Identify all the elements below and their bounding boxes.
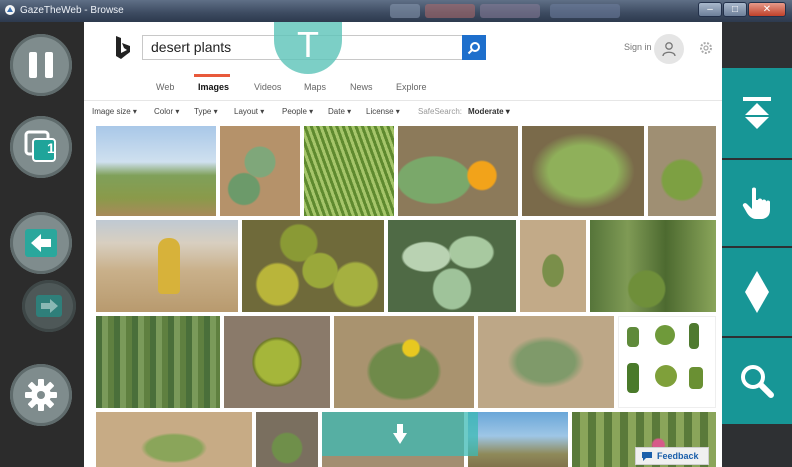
image-thumbnail[interactable] (96, 126, 216, 216)
feedback-button[interactable]: Feedback (635, 447, 709, 465)
click-button[interactable] (722, 160, 792, 246)
bing-logo (116, 36, 130, 59)
filter-label: Image size (92, 107, 131, 116)
plant-shape (655, 325, 675, 345)
filter-label: Date (328, 107, 345, 116)
image-thumbnail[interactable] (468, 412, 568, 467)
plant-shape (627, 363, 639, 393)
tab-explore[interactable]: Explore (396, 82, 427, 92)
gear-icon (25, 379, 57, 411)
speech-bubble-icon (642, 451, 652, 461)
text-input-key: T (297, 24, 319, 65)
diamond-icon (745, 271, 769, 313)
pause-button[interactable] (10, 34, 72, 96)
scroll-to-top-button[interactable] (722, 68, 792, 158)
taskbar-blur (550, 4, 620, 18)
taskbar-blur (390, 4, 420, 18)
tab-images[interactable]: Images (198, 82, 229, 92)
safesearch-label: SafeSearch: (418, 107, 463, 116)
safesearch-value: Moderate (468, 107, 504, 116)
image-thumbnail[interactable] (590, 220, 716, 312)
settings-gear-icon[interactable] (698, 40, 714, 56)
image-thumbnail[interactable] (224, 316, 330, 408)
divider (84, 100, 722, 101)
filter-license[interactable]: License ▾ (366, 107, 400, 116)
image-thumbnail[interactable] (96, 316, 220, 408)
left-control-panel: 1 (0, 22, 84, 467)
tabs-button[interactable]: 1 (10, 116, 72, 178)
back-button[interactable] (10, 212, 72, 274)
text-input-trigger[interactable]: T (274, 22, 342, 74)
search-button[interactable] (462, 35, 486, 60)
filter-date[interactable]: Date ▾ (328, 107, 351, 116)
plant-shape (158, 238, 180, 294)
taskbar-blur (480, 4, 540, 18)
window-title-bar: GazeTheWeb - Browse – □ ✕ (0, 0, 792, 22)
image-thumbnail[interactable] (96, 220, 238, 312)
browser-viewport: Sign in Web Images Videos Maps News Expl… (84, 22, 722, 467)
filter-type[interactable]: Type ▾ (194, 107, 218, 116)
arrow-down-icon (393, 424, 407, 444)
scroll-down-button[interactable] (322, 412, 478, 456)
filter-label: Type (194, 107, 212, 116)
pause-icon (29, 52, 53, 78)
image-thumbnail[interactable] (242, 220, 384, 312)
image-thumbnail[interactable] (96, 412, 252, 467)
plant-shape (627, 327, 639, 347)
filter-layout[interactable]: Layout ▾ (234, 107, 264, 116)
tab-videos[interactable]: Videos (254, 82, 281, 92)
image-thumbnail[interactable] (256, 412, 318, 467)
arrow-left-icon (25, 229, 57, 257)
image-thumbnail[interactable] (478, 316, 614, 408)
filter-image-size[interactable]: Image size ▾ (92, 107, 137, 116)
avatar[interactable] (654, 34, 684, 64)
magnifier-icon (741, 365, 774, 398)
plant-shape (689, 367, 703, 389)
image-thumbnail[interactable] (388, 220, 516, 312)
filter-label: Layout (234, 107, 259, 116)
image-thumbnail[interactable] (334, 316, 474, 408)
search-icon (467, 41, 480, 54)
taskbar-blur (425, 4, 475, 18)
forward-button[interactable] (22, 280, 76, 332)
close-button[interactable]: ✕ (748, 2, 786, 17)
image-thumbnail[interactable] (520, 220, 586, 312)
sign-in-link[interactable]: Sign in (624, 42, 652, 52)
window-controls: – □ ✕ (698, 2, 786, 17)
right-control-panel (722, 22, 792, 467)
image-thumbnail[interactable] (618, 316, 716, 408)
scroll-top-icon (743, 97, 771, 129)
image-thumbnail[interactable] (648, 126, 716, 216)
plant-shape (689, 323, 699, 349)
zoom-button[interactable] (722, 338, 792, 424)
filter-color[interactable]: Color ▾ (154, 107, 179, 116)
pivot-button[interactable] (722, 248, 792, 336)
arrow-right-icon (36, 295, 62, 317)
active-tab-indicator (194, 74, 230, 77)
tab-web[interactable]: Web (156, 82, 174, 92)
hand-pointer-icon (742, 187, 770, 219)
image-thumbnail[interactable] (220, 126, 300, 216)
image-thumbnail[interactable] (398, 126, 518, 216)
app-icon (5, 5, 15, 15)
plant-shape (655, 365, 677, 387)
filter-people[interactable]: People ▾ (282, 107, 313, 116)
image-thumbnail[interactable] (304, 126, 394, 216)
filter-label: People (282, 107, 307, 116)
window-title: GazeTheWeb - Browse (20, 5, 124, 16)
maximize-button[interactable]: □ (723, 2, 747, 17)
minimize-button[interactable]: – (698, 2, 722, 17)
safesearch-dropdown[interactable]: Moderate ▾ (468, 107, 510, 116)
filter-label: License (366, 107, 394, 116)
filter-label: Color (154, 107, 174, 116)
feedback-label: Feedback (657, 451, 699, 461)
settings-button[interactable] (10, 364, 72, 426)
tab-count: 1 (47, 140, 55, 156)
tab-maps[interactable]: Maps (304, 82, 326, 92)
tab-news[interactable]: News (350, 82, 373, 92)
user-icon (662, 42, 676, 57)
image-thumbnail[interactable] (522, 126, 644, 216)
